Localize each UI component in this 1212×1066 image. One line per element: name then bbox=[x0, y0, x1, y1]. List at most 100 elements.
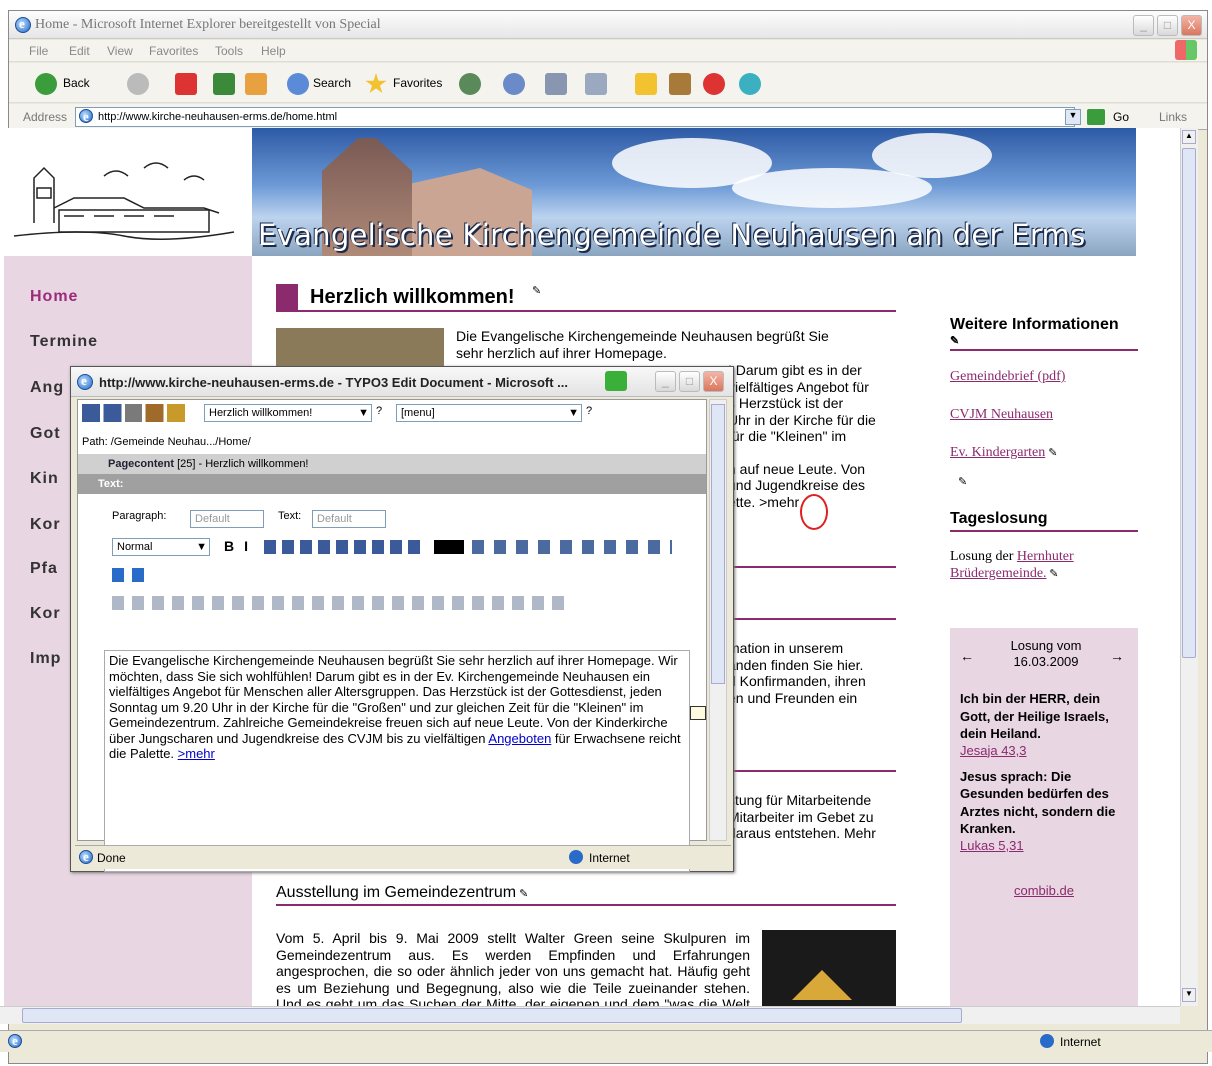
rte-formatting-buttons[interactable]: BI bbox=[224, 538, 258, 554]
help-icon[interactable]: ? bbox=[586, 405, 592, 417]
link-cvjm[interactable]: CVJM Neuhausen bbox=[950, 407, 1138, 423]
save-close-icons[interactable] bbox=[82, 404, 202, 422]
refresh-icon[interactable] bbox=[213, 73, 235, 95]
address-input[interactable]: http://www.kirche-neuhausen-erms.de/home… bbox=[75, 107, 1075, 127]
favorites-star-icon[interactable] bbox=[365, 73, 387, 94]
menu-file[interactable]: File bbox=[29, 44, 48, 58]
welcome-photo bbox=[276, 328, 444, 368]
messenger-icon[interactable] bbox=[739, 73, 761, 95]
back-button[interactable]: Back bbox=[63, 71, 90, 95]
search-icon[interactable] bbox=[287, 73, 309, 95]
vertical-scrollbar[interactable]: ▲ ▼ bbox=[1180, 128, 1198, 1006]
popup-close-button[interactable]: X bbox=[703, 371, 724, 392]
address-dropdown-icon[interactable]: ▼ bbox=[1065, 109, 1081, 125]
forward-arrow-icon[interactable] bbox=[127, 73, 149, 95]
globe-icon bbox=[1040, 1034, 1054, 1048]
nav-pfarramt[interactable]: Pfa bbox=[30, 560, 58, 578]
go-arrow-icon[interactable] bbox=[1087, 109, 1105, 125]
popup-status-bar: Done Internet bbox=[75, 845, 731, 869]
menu-bar: File Edit View Favorites Tools Help bbox=[9, 40, 1207, 62]
link-gemeindebrief[interactable]: Gemeindebrief (pdf) bbox=[950, 369, 1138, 385]
sculpture-photo bbox=[762, 930, 896, 1006]
typo3-edit-popup: http://www.kirche-neuhausen-erms.de - TY… bbox=[70, 366, 734, 872]
popup-minimize-button[interactable]: _ bbox=[655, 371, 676, 392]
menu-tools[interactable]: Tools bbox=[215, 44, 243, 58]
verse-1-ref[interactable]: Jesaja 43,3 bbox=[960, 743, 1128, 758]
folder-icon[interactable] bbox=[635, 73, 657, 95]
vertical-scroll-thumb[interactable] bbox=[1182, 148, 1196, 658]
popup-title-bar: http://www.kirche-neuhausen-erms.de - TY… bbox=[71, 367, 733, 397]
rte-list-buttons[interactable] bbox=[264, 540, 424, 554]
prev-day-arrow-icon[interactable]: ← bbox=[960, 648, 974, 664]
print-popup-icon[interactable] bbox=[605, 371, 627, 391]
nav-home[interactable]: Home bbox=[30, 288, 78, 306]
help-icon[interactable]: ? bbox=[376, 405, 382, 417]
info-text: mation in unserem anden finden Sie hier.… bbox=[728, 640, 866, 706]
rte-text-area[interactable]: Die Evangelische Kirchengemeinde Neuhaus… bbox=[104, 650, 690, 872]
minimize-button[interactable]: _ bbox=[1133, 15, 1154, 36]
search-button[interactable]: Search bbox=[313, 71, 351, 95]
menu-help[interactable]: Help bbox=[261, 44, 286, 58]
menu-edit[interactable]: Edit bbox=[69, 44, 90, 58]
close-button[interactable]: X bbox=[1181, 15, 1202, 36]
menu-favorites[interactable]: Favorites bbox=[149, 44, 198, 58]
link-kindergarten[interactable]: Ev. Kindergarten bbox=[950, 445, 1045, 460]
record-header: Pagecontent [25] - Herzlich willkommen! bbox=[78, 454, 706, 474]
ie-icon bbox=[15, 16, 31, 33]
edit-icon[interactable] bbox=[585, 73, 607, 95]
home-icon[interactable] bbox=[245, 73, 267, 95]
popup-maximize-button[interactable]: □ bbox=[679, 371, 700, 392]
favorites-button[interactable]: Favorites bbox=[393, 71, 442, 95]
links-button[interactable]: Links bbox=[1159, 110, 1187, 124]
rte-undo-buttons[interactable] bbox=[112, 568, 152, 582]
nav-angebote[interactable]: Ang bbox=[30, 379, 64, 397]
address-label: Address bbox=[23, 110, 68, 124]
history-icon[interactable] bbox=[459, 73, 481, 95]
next-day-arrow-icon[interactable]: → bbox=[1110, 648, 1124, 664]
text-color-button[interactable] bbox=[434, 540, 464, 554]
windows-flag-icon bbox=[1175, 40, 1197, 60]
horizontal-scrollbar[interactable] bbox=[0, 1006, 1180, 1024]
page-select[interactable]: Herzlich willkommen! ▼ bbox=[204, 404, 372, 422]
nav-kinder[interactable]: Kin bbox=[30, 470, 59, 488]
angebote-link[interactable]: Angeboten bbox=[488, 731, 551, 746]
rte-insert-buttons[interactable] bbox=[472, 540, 672, 554]
verse-1: Ich bin der HERR, dein Gott, der Heilige… bbox=[960, 691, 1109, 741]
verse-2: Jesus sprach: Die Gesunden bedürfen des … bbox=[960, 768, 1116, 837]
paragraph-select[interactable]: Default bbox=[190, 510, 264, 528]
credit-link[interactable]: combib.de bbox=[960, 883, 1128, 898]
research-icon[interactable] bbox=[669, 73, 691, 95]
go-button[interactable]: Go bbox=[1113, 110, 1129, 124]
note-icon[interactable] bbox=[690, 706, 706, 720]
popup-scroll-thumb[interactable] bbox=[711, 404, 725, 684]
menu-view[interactable]: View bbox=[107, 44, 133, 58]
record-path: Path: /Gemeinde Neuhau.../Home/ bbox=[82, 436, 251, 448]
popup-status-icon bbox=[79, 849, 93, 865]
nav-impressum[interactable]: Imp bbox=[30, 650, 61, 668]
nav-kor-2[interactable]: Kor bbox=[30, 605, 61, 623]
exhibition-text: Vom 5. April bis 9. Mai 2009 stellt Walt… bbox=[276, 930, 750, 1006]
toolbar-plugin-icon[interactable] bbox=[703, 73, 725, 95]
window-title: Home - Microsoft Internet Explorer berei… bbox=[35, 17, 381, 32]
print-icon[interactable] bbox=[545, 73, 567, 95]
popup-ie-icon bbox=[77, 373, 93, 390]
header-banner: Evangelische Kirchengemeinde Neuhausen a… bbox=[252, 128, 1136, 256]
text-style-select[interactable]: Default bbox=[312, 510, 386, 528]
nav-gottesdienst[interactable]: Got bbox=[30, 425, 61, 443]
mehr-link[interactable]: >mehr bbox=[178, 746, 215, 761]
back-arrow-icon[interactable] bbox=[35, 73, 57, 95]
horizontal-scroll-thumb[interactable] bbox=[22, 1008, 962, 1023]
edit-pencil-icon[interactable]: ✎ bbox=[516, 888, 528, 900]
nav-kor-1[interactable]: Kor bbox=[30, 516, 61, 534]
stop-icon[interactable] bbox=[175, 73, 197, 95]
edit-pencil-icon[interactable]: ✎ bbox=[532, 284, 541, 297]
popup-scrollbar[interactable] bbox=[709, 399, 727, 841]
menu-select[interactable]: [menu] ▼ bbox=[396, 404, 582, 422]
mail-icon[interactable] bbox=[503, 73, 525, 95]
verse-2-ref[interactable]: Lukas 5,31 bbox=[960, 838, 1128, 853]
nav-termine[interactable]: Termine bbox=[30, 333, 98, 351]
losung-heading: Tageslosung bbox=[950, 510, 1138, 532]
maximize-button[interactable]: □ bbox=[1157, 15, 1178, 36]
popup-zone-label: Internet bbox=[589, 851, 630, 865]
block-format-select[interactable]: Normal ▼ bbox=[112, 538, 210, 556]
